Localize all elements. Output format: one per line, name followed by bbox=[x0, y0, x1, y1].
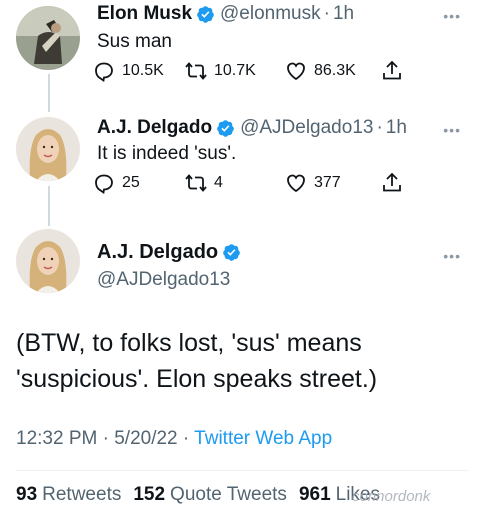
tweet-actions: 25 4 377 bbox=[92, 171, 404, 195]
tweet-actions: 10.5K 10.7K 86.3K bbox=[92, 59, 404, 83]
reply-button[interactable]: 10.5K bbox=[92, 59, 184, 83]
tweet-time[interactable]: 1h bbox=[386, 117, 407, 139]
share-icon bbox=[383, 172, 401, 192]
separator-dot: · bbox=[102, 428, 115, 449]
thread-connector bbox=[48, 186, 50, 226]
retweet-count: 10.7K bbox=[214, 62, 256, 79]
divider bbox=[16, 470, 469, 471]
tweet-text: Sus man bbox=[97, 31, 172, 52]
like-button[interactable]: 377 bbox=[284, 171, 380, 195]
author-name[interactable]: Elon Musk bbox=[97, 3, 192, 25]
retweet-icon bbox=[185, 62, 207, 80]
reply-count: 25 bbox=[122, 174, 140, 191]
tweet-meta: 12:32 PM · 5/20/22 · Twitter Web App bbox=[16, 428, 332, 450]
verified-badge-icon bbox=[197, 5, 214, 23]
share-button[interactable] bbox=[380, 171, 404, 195]
thread-connector bbox=[48, 74, 50, 112]
author-handle[interactable]: @elonmusk bbox=[220, 3, 321, 25]
tweet-text: (BTW, to folks lost, 'sus' means 'suspic… bbox=[16, 329, 378, 393]
reply-count: 10.5K bbox=[122, 62, 164, 79]
author-handle[interactable]: @AJDelgado13 bbox=[97, 269, 230, 291]
reply-icon bbox=[95, 62, 113, 83]
reply-button[interactable]: 25 bbox=[92, 171, 184, 195]
retweets-stat[interactable]: 93 Retweets bbox=[16, 484, 121, 506]
verified-badge-icon bbox=[223, 244, 240, 261]
separator-dot: · bbox=[323, 3, 330, 24]
like-count: 377 bbox=[314, 174, 341, 191]
avatar-delgado[interactable] bbox=[16, 229, 80, 293]
like-icon bbox=[287, 62, 305, 81]
avatar-delgado[interactable] bbox=[16, 117, 80, 181]
avatar-delgado-image bbox=[16, 117, 80, 181]
like-icon bbox=[287, 174, 305, 193]
author-name[interactable]: A.J. Delgado bbox=[97, 117, 212, 139]
like-button[interactable]: 86.3K bbox=[284, 59, 380, 83]
share-button[interactable] bbox=[380, 59, 404, 83]
like-count: 86.3K bbox=[314, 62, 356, 79]
avatar-elon[interactable] bbox=[16, 6, 80, 70]
retweet-button[interactable]: 4 bbox=[184, 171, 284, 195]
avatar-elon-image bbox=[16, 6, 80, 70]
more-dots-icon[interactable]: ••• bbox=[443, 248, 461, 264]
separator-dot: · bbox=[182, 428, 195, 449]
engagement-stats: 93 Retweets 152 Quote Tweets 961 Likes bbox=[16, 484, 392, 506]
retweet-button[interactable]: 10.7K bbox=[184, 59, 284, 83]
reply-icon bbox=[95, 174, 113, 195]
verified-badge-icon bbox=[217, 119, 234, 137]
tweet-text: It is indeed 'sus'. bbox=[97, 143, 237, 164]
retweet-icon bbox=[185, 174, 207, 192]
author-handle[interactable]: @AJDelgado13 bbox=[240, 117, 373, 139]
separator-dot: · bbox=[376, 117, 383, 138]
more-dots-icon[interactable]: ••• bbox=[443, 8, 461, 24]
share-icon bbox=[383, 60, 401, 80]
tweet-time[interactable]: 1h bbox=[333, 3, 354, 25]
tweet-date[interactable]: 5/20/22 bbox=[114, 428, 177, 449]
retweet-count: 4 bbox=[214, 174, 223, 191]
tweet-time[interactable]: 12:32 PM bbox=[16, 428, 97, 449]
quote-tweets-stat[interactable]: 152 Quote Tweets bbox=[133, 484, 287, 506]
watermark: connordonk bbox=[352, 488, 431, 505]
source-app-link[interactable]: Twitter Web App bbox=[194, 428, 332, 449]
author-name[interactable]: A.J. Delgado bbox=[97, 241, 218, 264]
more-dots-icon[interactable]: ••• bbox=[443, 122, 461, 138]
avatar-delgado-image bbox=[16, 229, 80, 293]
